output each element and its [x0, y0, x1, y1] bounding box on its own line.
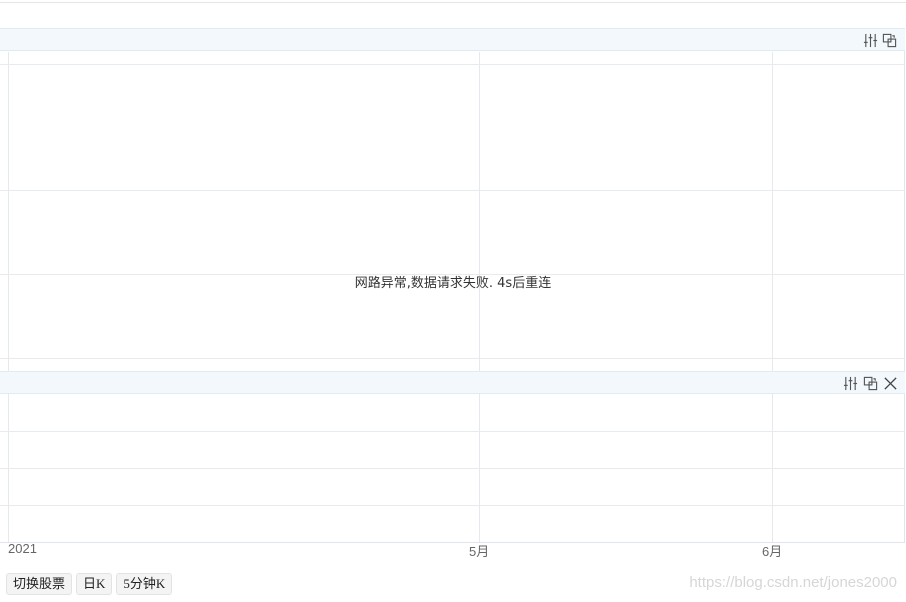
grid-hline: [0, 505, 905, 506]
grid-hline: [0, 431, 905, 432]
bottom-toolbar: 切换股票 日K 5分钟K: [6, 573, 173, 595]
switch-overlay-icon[interactable]: [862, 375, 878, 391]
daily-kline-button[interactable]: 日K: [76, 573, 113, 595]
main-panel-header: [0, 28, 905, 51]
grid-hline: [0, 468, 905, 469]
switch-stock-button[interactable]: 切换股票: [6, 573, 73, 595]
settings-sliders-icon[interactable]: [862, 32, 878, 48]
grid-hline: [0, 358, 905, 359]
grid-hline: [0, 190, 905, 191]
close-icon[interactable]: [882, 375, 898, 391]
top-divider: [0, 2, 906, 3]
switch-overlay-icon[interactable]: [881, 32, 897, 48]
five-minute-kline-button[interactable]: 5分钟K: [116, 573, 173, 595]
grid-hline: [0, 64, 905, 65]
watermark: https://blog.csdn.net/jones2000: [689, 574, 897, 591]
x-axis-tick: 5月: [469, 544, 490, 559]
network-error-message: 网路异常,数据请求失败. 4s后重连: [354, 276, 552, 291]
settings-sliders-icon[interactable]: [842, 375, 858, 391]
x-axis-tick: 6月: [762, 544, 783, 559]
grid-hline: [0, 274, 905, 275]
sub-panel-header: [0, 371, 905, 394]
x-axis-tick: 2021: [8, 541, 37, 556]
